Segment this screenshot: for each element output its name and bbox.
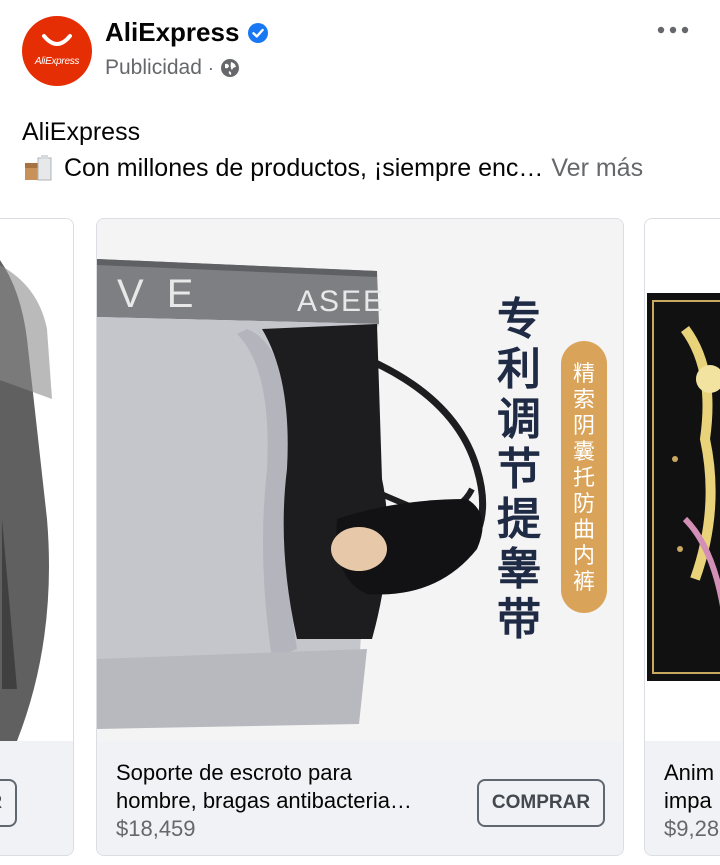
post-body-line: Con millones de productos, ¡siempre enc……	[22, 150, 712, 186]
svg-text:调: 调	[497, 394, 541, 445]
package-emoji-icon	[22, 154, 54, 182]
carousel-card-previous[interactable]: COMPRAR	[0, 218, 74, 856]
svg-text:提: 提	[497, 494, 541, 545]
product-carousel[interactable]: COMPRAR V E ASEE	[0, 218, 720, 858]
svg-text:带: 带	[497, 594, 541, 645]
product-headline-vertical: 专 利 调 节 提 睾 带	[497, 294, 541, 645]
card-footer: Soporte de escroto para hombre, bragas a…	[97, 741, 623, 855]
svg-text:托: 托	[573, 466, 595, 491]
product-title[interactable]: Anim impa	[664, 759, 720, 815]
post-body-title: AliExpress	[22, 118, 141, 146]
svg-text:囊: 囊	[573, 440, 595, 465]
product-image[interactable]	[645, 219, 720, 741]
comprar-button[interactable]: COMPRAR	[0, 779, 17, 827]
post-body: AliExpress Con millones de productos, ¡s…	[22, 114, 712, 186]
product-badge-vertical: 精 索 阴 囊 托 防 曲 内 裤	[573, 362, 595, 595]
page-name[interactable]: AliExpress	[105, 17, 239, 48]
more-options-button[interactable]	[655, 18, 691, 42]
svg-text:睾: 睾	[497, 544, 541, 595]
verified-badge-icon	[248, 22, 269, 43]
post-header: AliExpress AliExpress Publicidad ·	[0, 0, 720, 100]
aliexpress-avatar[interactable]: AliExpress	[22, 16, 92, 86]
carousel-card-next[interactable]: Anim impa $9,28	[644, 218, 720, 856]
svg-text:专: 专	[497, 294, 541, 345]
svg-text:防: 防	[573, 492, 595, 517]
comprar-button[interactable]: COMPRAR	[477, 779, 605, 827]
avatar-logo-text: AliExpress	[34, 56, 80, 67]
card-footer: Anim impa $9,28	[645, 741, 720, 855]
globe-icon[interactable]	[220, 58, 240, 78]
post-body-text: Con millones de productos, ¡siempre enc…	[64, 154, 544, 182]
waistband-text: V E	[117, 272, 199, 316]
product-title-line-1: Anim	[664, 760, 715, 785]
svg-text:精: 精	[573, 362, 595, 387]
product-image[interactable]	[0, 219, 73, 741]
meta-separator: ·	[207, 57, 214, 78]
product-price: $9,28	[664, 816, 720, 841]
svg-text:ASEE: ASEE	[297, 285, 385, 318]
shopping-bag-logo-icon	[42, 34, 72, 46]
svg-text:阴: 阴	[573, 414, 595, 439]
svg-text:内: 内	[573, 544, 595, 569]
product-image[interactable]: V E ASEE 专 利 调 节 提 睾 带 精 索 阴 囊 托 防 曲 内 裤	[97, 219, 623, 741]
more-options-icon	[657, 26, 689, 34]
svg-text:索: 索	[573, 388, 595, 413]
product-title-line-2: impa	[664, 788, 712, 813]
carousel-card-main[interactable]: V E ASEE 专 利 调 节 提 睾 带 精 索 阴 囊 托 防 曲 内 裤…	[96, 218, 624, 856]
product-title-line-1: Soporte de escroto para	[116, 760, 353, 785]
svg-text:曲: 曲	[573, 518, 595, 543]
page-name-row: AliExpress	[105, 17, 269, 48]
product-title[interactable]: Soporte de escroto para hombre, bragas a…	[116, 759, 456, 815]
svg-text:节: 节	[497, 444, 541, 495]
svg-text:利: 利	[497, 344, 541, 395]
product-title-line-2: hombre, bragas antibacteria…	[116, 788, 412, 813]
svg-text:裤: 裤	[573, 570, 595, 595]
product-price: $18,459	[116, 816, 196, 841]
card-footer: COMPRAR	[0, 741, 73, 855]
sponsored-label[interactable]: Publicidad	[105, 56, 202, 80]
see-more-link[interactable]: Ver más	[551, 150, 643, 186]
post-meta: Publicidad ·	[105, 56, 240, 80]
